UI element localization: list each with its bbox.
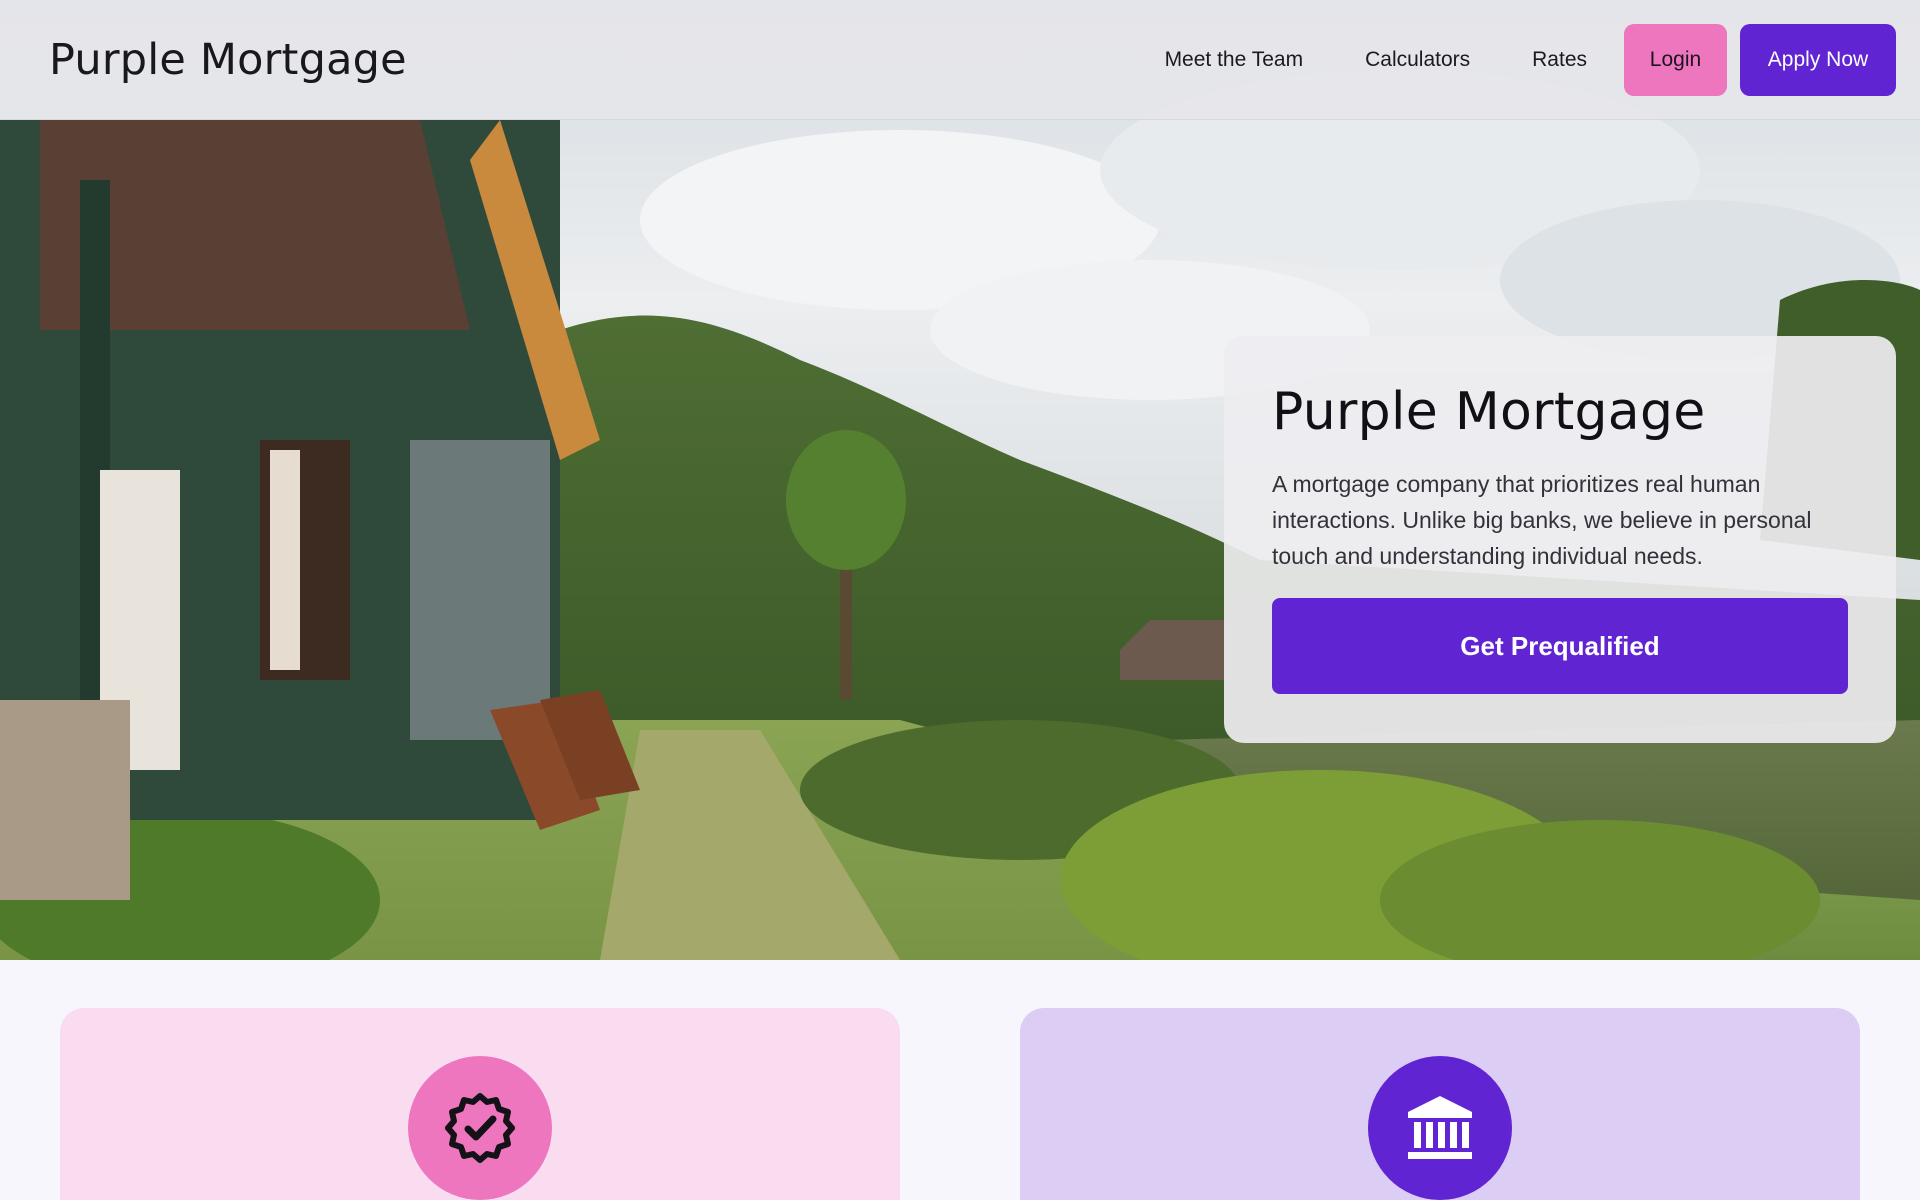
brand-logo[interactable]: Purple Mortgage	[49, 35, 407, 85]
nav-rates[interactable]: Rates	[1532, 48, 1587, 72]
nav-calculators[interactable]: Calculators	[1365, 48, 1470, 72]
nav-meet-the-team[interactable]: Meet the Team	[1165, 48, 1304, 72]
hero-card: Purple Mortgage A mortgage company that …	[1224, 336, 1896, 743]
login-button[interactable]: Login	[1624, 23, 1727, 96]
get-prequalified-button[interactable]: Get Prequalified	[1272, 598, 1848, 694]
hero-description: A mortgage company that prioritizes real…	[1272, 471, 1812, 569]
hero-title: Purple Mortgage	[1272, 382, 1706, 442]
feature-card-verified	[60, 1008, 900, 1200]
bank-building-icon	[1408, 1096, 1472, 1159]
feature-card-bank	[1020, 1008, 1860, 1200]
main-nav: Meet the Team Calculators Rates Login Ap…	[1165, 23, 1896, 96]
site-header: Purple Mortgage Meet the Team Calculator…	[0, 0, 1920, 120]
verified-badge-icon	[445, 1093, 515, 1163]
feature-badge	[408, 1056, 552, 1200]
apply-now-button[interactable]: Apply Now	[1740, 23, 1896, 96]
feature-badge	[1368, 1056, 1512, 1200]
